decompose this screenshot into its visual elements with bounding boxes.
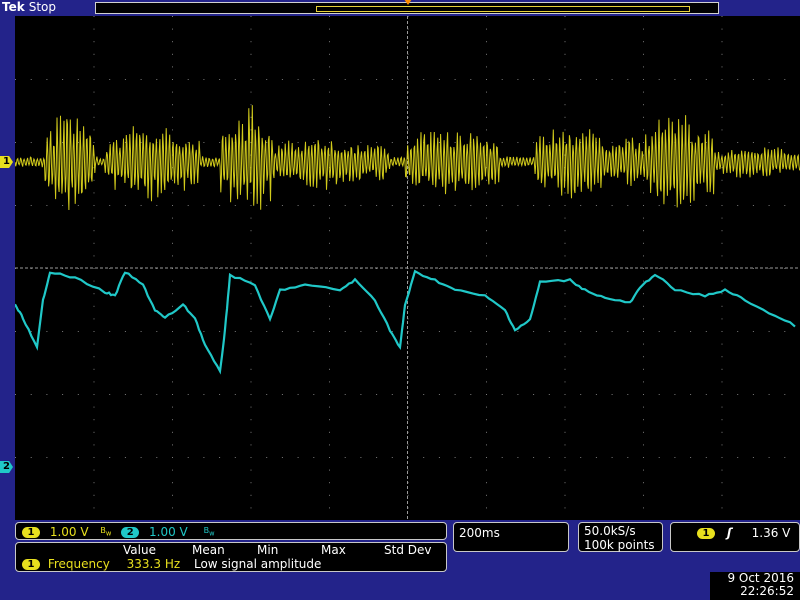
graticule-grid: [15, 16, 800, 520]
waveform-canvas: [15, 16, 800, 520]
channel-1-badge[interactable]: 1: [22, 526, 40, 538]
date-time-display: 9 Oct 2016 22:26:52: [710, 572, 800, 600]
measurement-name: Frequency: [47, 557, 110, 571]
channel-2-waveform: [15, 269, 796, 375]
acquisition-status: Stop: [28, 0, 56, 14]
trigger-position-icon[interactable]: [404, 0, 412, 5]
scope-status: Tek Stop: [2, 0, 56, 14]
bandwidth-limit-icon: Bw: [203, 526, 215, 538]
brand-label: Tek: [2, 0, 25, 14]
trigger-source-badge[interactable]: 1: [697, 528, 715, 539]
record-length: 100k points: [584, 538, 655, 552]
channel-1-ground-marker[interactable]: 1: [0, 156, 13, 168]
sample-rate: 50.0kS/s: [584, 524, 636, 538]
top-status-bar: Tek Stop: [0, 0, 800, 16]
measurement-note: Low signal amplitude: [193, 557, 322, 571]
header-std-dev: Std Dev: [384, 543, 432, 557]
channel-1-scale[interactable]: 1.00 V: [50, 525, 89, 539]
channel-2-ground-marker[interactable]: 2: [0, 461, 13, 473]
channel-1-waveform: [15, 105, 800, 211]
horizontal-scale-panel[interactable]: 200ms: [453, 522, 569, 552]
waveform-display[interactable]: [15, 16, 800, 520]
trigger-level[interactable]: 1.36 V: [752, 526, 791, 540]
measurement-value: 333.3 Hz: [126, 557, 181, 571]
header-value: Value: [123, 543, 156, 557]
header-max: Max: [321, 543, 346, 557]
channel-2-scale[interactable]: 1.00 V: [149, 525, 188, 539]
time-label: 22:26:52: [740, 584, 794, 598]
acquisition-panel[interactable]: 50.0kS/s 100k points: [578, 522, 663, 552]
trigger-panel[interactable]: 1 ʃ 1.36 V: [670, 522, 800, 552]
header-mean: Mean: [192, 543, 225, 557]
header-min: Min: [257, 543, 279, 557]
time-per-division[interactable]: 200ms: [459, 526, 500, 540]
measurement-panel[interactable]: Value Mean Min Max Std Dev 1 Frequency 3…: [15, 542, 447, 572]
channel-2-badge[interactable]: 2: [121, 526, 140, 538]
record-window-indicator[interactable]: [316, 6, 690, 12]
bandwidth-limit-icon: Bw: [100, 526, 112, 538]
vertical-settings-panel[interactable]: 1 1.00 V Bw 2 1.00 V Bw: [15, 522, 447, 540]
measurement-source-badge: 1: [22, 559, 40, 570]
measurement-row[interactable]: 1 Frequency 333.3 Hz Low signal amplitud…: [22, 557, 321, 571]
rising-edge-icon: ʃ: [726, 526, 732, 540]
